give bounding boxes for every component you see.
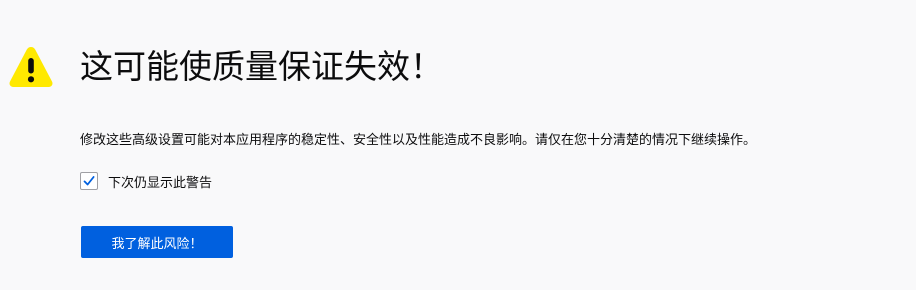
show-warning-checkbox-label: 下次仍显示此警告 xyxy=(108,175,213,191)
show-warning-checkbox[interactable] xyxy=(80,172,98,190)
warning-description: 修改这些高级设置可能对本应用程序的稳定性、安全性以及性能造成不良影响。请仅在您十… xyxy=(80,133,757,148)
page-title: 这可能使质量保证失效！ xyxy=(80,47,443,86)
checkmark-icon xyxy=(83,176,95,186)
show-warning-checkbox-row[interactable]: 下次仍显示此警告 xyxy=(80,171,212,191)
warning-triangle-icon xyxy=(9,47,53,87)
accept-risk-button[interactable]: 我了解此风险！ xyxy=(81,226,233,258)
